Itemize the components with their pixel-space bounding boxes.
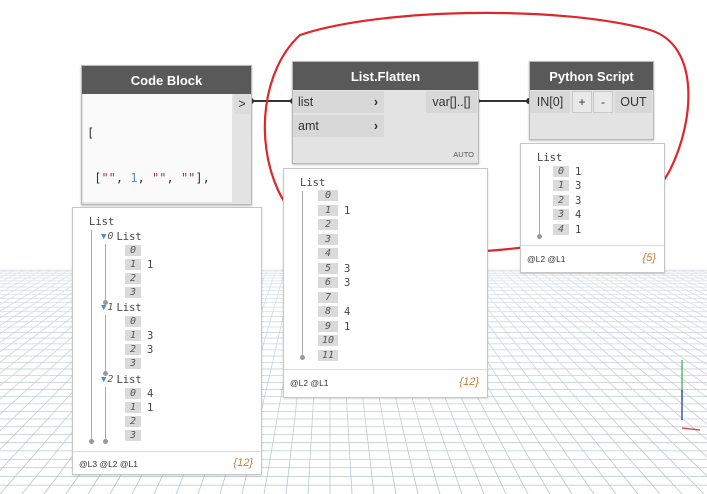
list-item: 23 — [125, 343, 153, 356]
list-item: 0 — [125, 315, 147, 328]
list-group-1[interactable]: ▼ 1 List — [101, 301, 142, 314]
chevron-right-icon: › — [373, 95, 378, 109]
code-block-node[interactable]: Code Block [ ["", 1, "", ""], ["", 3, 3,… — [81, 65, 252, 320]
preview-header: List — [300, 176, 326, 189]
add-input-button[interactable]: + — [572, 91, 592, 113]
list-item: 41 — [553, 223, 581, 236]
list-item: 0 — [318, 189, 344, 202]
preview-header: List — [89, 215, 115, 228]
list-flatten-title: List.Flatten — [293, 62, 478, 90]
list-item: 84 — [318, 305, 350, 318]
list-item: 3 — [318, 233, 344, 246]
list-item: 01 — [553, 165, 581, 178]
list-item: 11 — [318, 204, 350, 217]
code-block-preview[interactable]: List ▼ 0 List 0 11 2 3 ▼ 1 List 0 13 23 3 … — [72, 207, 262, 475]
python-script-title: Python Script — [530, 62, 653, 90]
input-port-list[interactable]: list › — [293, 91, 384, 113]
python-script-node[interactable]: Python Script IN[0] + - OUT — [529, 61, 654, 140]
list-item: 91 — [318, 320, 350, 333]
item-count: {5} — [642, 252, 656, 264]
input-port-in0[interactable]: IN[0] — [530, 91, 570, 113]
list-flatten-node[interactable]: List.Flatten list › amt › var[]..[] AUTO — [292, 61, 479, 164]
level-indicator: @L2 @L1 — [290, 378, 329, 388]
list-item: 2 — [125, 272, 147, 285]
list-item: 11 — [125, 401, 153, 414]
list-item: 3 — [125, 357, 147, 370]
list-item: 11 — [318, 349, 344, 362]
code-block-output-port[interactable]: > — [234, 94, 250, 114]
lacing-indicator: AUTO — [453, 150, 474, 159]
output-port-var[interactable]: var[]..[] — [426, 91, 477, 113]
list-item: 10 — [318, 334, 344, 347]
list-flatten-preview[interactable]: List 0 11 2 3 4 53 63 7 84 91 10 11 @L2 … — [283, 168, 488, 398]
python-script-preview[interactable]: List 01 13 23 34 41 @L2 @L1 {5} — [520, 143, 665, 273]
list-item: 04 — [125, 387, 153, 400]
list-item: 3 — [125, 429, 147, 442]
item-count: {12} — [459, 376, 479, 388]
chevron-right-icon: › — [373, 119, 378, 133]
list-group-2[interactable]: ▼ 2 List — [101, 373, 142, 386]
list-item: 0 — [125, 244, 147, 257]
code-block-title: Code Block — [82, 66, 251, 94]
list-item: 3 — [125, 286, 147, 299]
list-item: 63 — [318, 276, 350, 289]
remove-input-button[interactable]: - — [593, 91, 613, 113]
input-port-amt[interactable]: amt › — [293, 115, 384, 137]
list-item: 53 — [318, 262, 350, 275]
code-line: ["", 1, "", ""], — [87, 171, 210, 185]
preview-header: List — [537, 151, 563, 164]
code-editor[interactable]: [ ["", 1, "", ""], ["", 3, 3, ""], [4, 1… — [83, 94, 232, 320]
list-group-0[interactable]: ▼ 0 List — [101, 230, 142, 243]
level-indicator: @L2 @L1 — [527, 254, 566, 264]
list-item: 4 — [318, 247, 344, 260]
list-item: 23 — [553, 194, 581, 207]
code-line: [ — [87, 126, 95, 140]
list-item: 2 — [318, 218, 344, 231]
output-port-label: > — [238, 97, 246, 111]
output-port-out[interactable]: OUT — [615, 91, 652, 113]
list-item: 2 — [125, 415, 147, 428]
item-count: {12} — [233, 457, 253, 469]
list-item: 11 — [125, 258, 153, 271]
list-item: 7 — [318, 291, 344, 304]
list-item: 13 — [553, 179, 581, 192]
list-item: 34 — [553, 208, 581, 221]
level-indicator: @L3 @L2 @L1 — [79, 459, 138, 469]
list-item: 13 — [125, 329, 153, 342]
